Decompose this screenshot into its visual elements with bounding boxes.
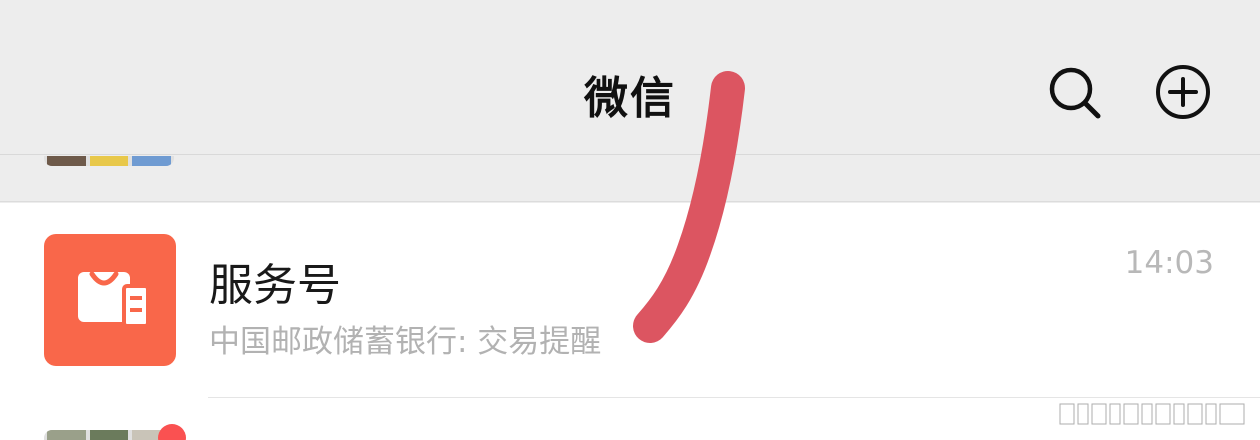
group-avatar bbox=[44, 156, 174, 166]
unread-badge bbox=[158, 424, 186, 440]
top-bar: 微信 bbox=[0, 0, 1260, 155]
avatar bbox=[44, 234, 176, 366]
add-button[interactable] bbox=[1155, 64, 1211, 120]
search-button[interactable] bbox=[1046, 64, 1102, 120]
chat-preview: 中国邮政储蓄银行: 交易提醒 bbox=[209, 324, 602, 360]
chat-list-item[interactable]: 服务号 中国邮政储蓄银行: 交易提醒 14:03 bbox=[0, 203, 1260, 398]
chat-time: 14:03 bbox=[1124, 245, 1214, 281]
chat-list-item-partial[interactable] bbox=[0, 156, 1260, 202]
add-circle-icon bbox=[1156, 65, 1210, 119]
group-avatar bbox=[44, 430, 174, 440]
search-icon bbox=[1049, 67, 1101, 119]
service-account-bag-icon bbox=[78, 271, 150, 328]
chat-name: 服务号 bbox=[209, 260, 341, 311]
watermark-bars-icon bbox=[1059, 403, 1245, 425]
